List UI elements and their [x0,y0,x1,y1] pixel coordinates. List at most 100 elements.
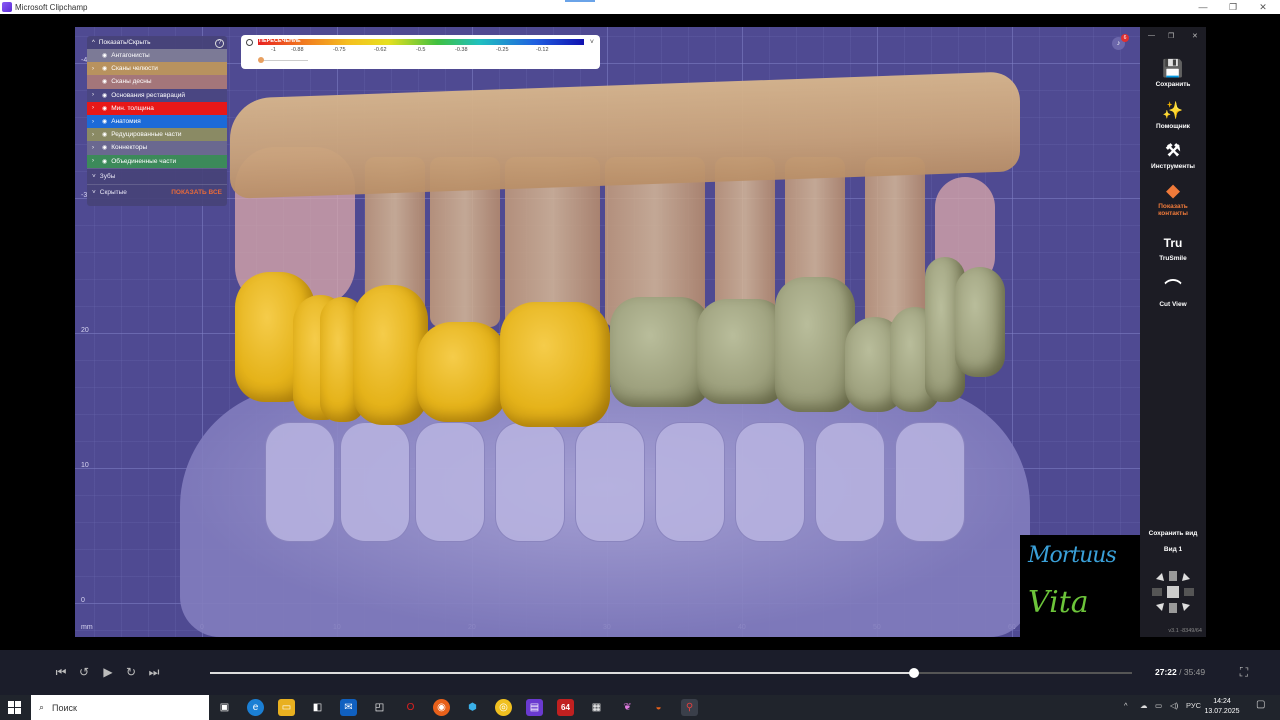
notifications-icon[interactable]: ▢ [1256,699,1265,710]
rewind-icon[interactable]: ↺ [76,665,92,679]
chevron-up-icon[interactable]: ^ [1124,701,1128,710]
threshold-slider-handle[interactable] [258,57,264,63]
file-explorer-icon[interactable]: ▭ [278,699,295,716]
chevron-right-icon[interactable]: › [92,92,98,98]
outlook-icon[interactable]: ✉ [340,699,357,716]
assistant-label: Помощник [1156,123,1190,130]
teeth-section[interactable]: ˅ Зубы [87,167,227,184]
layer-label: Основания реставраций [111,91,185,99]
paint-icon[interactable]: ❦ [619,699,636,716]
crown-restoration[interactable] [500,302,610,427]
app-minimize-icon[interactable]: — [1148,32,1155,39]
chevron-right-icon[interactable]: › [92,119,98,125]
cloud-icon[interactable]: ☁ [1140,701,1148,710]
timeline-scrubber[interactable] [210,668,1132,678]
layer-item[interactable]: › ◉ Анатомия [87,114,227,129]
visibility-panel: ^ Показать/Скрыть ? ◉ Антагонисты › ◉ Сканы … [87,36,227,206]
visibility-title: Показать/Скрыть [98,39,151,46]
chevron-right-icon[interactable]: › [92,132,98,138]
chrome-icon[interactable]: ◎ [495,699,512,716]
layer-item[interactable]: ◉ Сканы десны [87,75,227,89]
reduced-crown[interactable] [610,297,710,407]
visibility-header[interactable]: ^ Показать/Скрыть [87,36,227,49]
reduced-crown[interactable] [955,267,1005,377]
clipchamp-icon[interactable]: ▤ [526,699,543,716]
play-button[interactable]: ▶ [100,665,116,679]
tooth-outline-icon: ⌒ [1164,279,1182,298]
app-icon[interactable]: ◒ [650,699,667,716]
fullscreen-icon[interactable]: ⛶ [1236,665,1252,680]
maximize-button[interactable]: ❐ [1218,0,1248,14]
eye-icon[interactable]: ◉ [102,131,107,138]
package-icon[interactable]: ⬢ [464,699,481,716]
title-progress-indicator [565,0,595,2]
layer-item[interactable]: › ◉ Основания реставраций [87,88,227,102]
scale-toggle-icon[interactable] [246,39,253,46]
app-restore-icon[interactable]: ❐ [1168,32,1174,40]
opera-icon[interactable]: O [402,699,419,716]
crown-restoration[interactable] [417,322,507,422]
notification-badge: 6 [1121,34,1129,42]
timeline-playhead[interactable] [909,668,920,678]
layer-item[interactable]: ◉ Антагонисты [87,49,227,63]
reduced-crown[interactable] [697,299,787,404]
layer-item[interactable]: › ◉ Объединенные части [87,154,227,168]
assistant-button[interactable]: ✨ Помощник [1140,101,1206,130]
threshold-slider-track[interactable] [260,60,308,61]
edge-icon[interactable]: e [247,699,264,716]
save-view-label[interactable]: Сохранить вид [1140,530,1206,537]
skip-back-icon[interactable]: ⏮ [53,665,69,680]
minimize-button[interactable]: — [1188,0,1218,14]
reduced-crown[interactable] [775,277,855,412]
task-view-icon[interactable]: ▣ [216,699,233,716]
help-icon[interactable]: ? [215,39,224,48]
show-contacts-button[interactable]: ◆ Показать контакты [1140,181,1206,217]
firefox-icon[interactable]: ◉ [433,699,450,716]
axis-y-label: 20 [81,327,89,334]
volume-icon[interactable]: ◁) [1170,701,1178,710]
eye-icon[interactable]: ◉ [102,158,107,165]
eye-icon[interactable]: ◉ [102,65,107,72]
trusmile-button[interactable]: Tru TruSmile [1140,233,1206,262]
bell-icon[interactable]: ♪ 6 [1112,34,1129,50]
app-close-icon[interactable]: ✕ [1192,32,1198,40]
eye-icon[interactable]: ◉ [102,144,107,151]
aida64-icon[interactable]: 64 [557,699,574,716]
system-clock[interactable]: 14:24 13.07.2025 [1202,697,1242,717]
show-all-button[interactable]: ПОКАЗАТЬ ВСЕ [171,189,222,196]
cut-view-button[interactable]: ⌒ Cut View [1140,279,1206,308]
tools-button[interactable]: ⚒ Инструменты [1140,141,1206,170]
hidden-section[interactable]: ˅ Скрытые ПОКАЗАТЬ ВСЕ [87,183,227,200]
language-indicator[interactable]: РУС [1186,701,1201,710]
3d-viewport[interactable]: -4 -3 20 10 0 mm 0 10 20 30 40 50 60 [75,27,1140,637]
chevron-right-icon[interactable]: › [92,145,98,151]
layer-item[interactable]: › ◉ Редуцированные части [87,128,227,142]
skip-forward-icon[interactable]: ⏭ [146,665,162,680]
view-name: Вид 1 [1163,546,1183,553]
chevron-right-icon[interactable]: › [92,105,98,111]
forward-icon[interactable]: ↻ [123,665,139,679]
chevron-down-icon[interactable]: ˅ [590,39,594,46]
view-cube-icon[interactable] [1148,567,1198,617]
eye-icon[interactable]: ◉ [102,118,107,125]
eye-icon[interactable]: ◉ [102,92,107,99]
start-button[interactable] [8,701,21,714]
network-icon[interactable]: ▭ [1155,701,1162,710]
scale-tick: -1 [271,47,276,53]
eye-icon[interactable]: ◉ [102,78,107,85]
exocad-icon[interactable]: ⚲ [681,699,698,716]
lower-tooth [815,422,885,542]
chevron-right-icon[interactable]: › [92,66,98,72]
layer-item[interactable]: › ◉ Мин. толщина [87,101,227,115]
layer-item[interactable]: › ◉ Сканы челюсти [87,62,227,76]
chevron-right-icon[interactable]: › [92,158,98,164]
eye-icon[interactable]: ◉ [102,105,107,112]
notepad-icon[interactable]: ▦ [588,699,605,716]
taskbar-search[interactable]: ⌕ Поиск [31,695,209,720]
app-icon[interactable]: ◰ [371,699,388,716]
close-button[interactable]: ✕ [1248,0,1278,14]
save-button[interactable]: 💾 Сохранить [1140,59,1206,88]
store-icon[interactable]: ◧ [309,699,326,716]
layer-item[interactable]: › ◉ Коннекторы [87,141,227,155]
eye-icon[interactable]: ◉ [102,52,107,59]
